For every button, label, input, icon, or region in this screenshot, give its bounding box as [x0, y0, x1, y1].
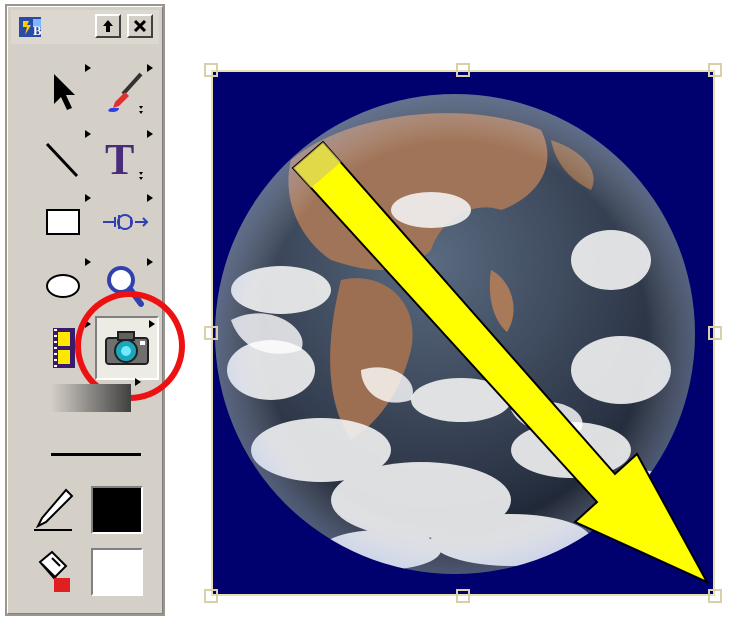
earth-globe-image: [215, 94, 710, 585]
camera-icon: [105, 331, 149, 365]
line-color-tool[interactable]: [29, 484, 79, 536]
toolbox-palette: B T: [5, 4, 185, 616]
resize-handle-middle-left[interactable]: [204, 326, 218, 340]
image-canvas[interactable]: [211, 70, 715, 596]
ellipse-icon: [46, 274, 80, 298]
gradient-flyout[interactable]: [103, 376, 143, 416]
float-button[interactable]: [95, 14, 121, 38]
paint-tool[interactable]: [95, 62, 155, 122]
rectangle-icon: [46, 209, 80, 235]
toolbox-titlebar[interactable]: B: [11, 10, 159, 44]
text-tool[interactable]: T: [95, 128, 155, 188]
line-style-sample[interactable]: [51, 453, 141, 456]
select-tool[interactable]: [33, 62, 93, 122]
svg-text:B: B: [33, 23, 42, 38]
fill-color-tool[interactable]: [29, 546, 79, 598]
resize-handle-bottom-center[interactable]: [456, 589, 470, 603]
close-x-icon: [134, 20, 146, 32]
line-color-swatch[interactable]: [91, 486, 143, 534]
close-button[interactable]: [127, 14, 153, 38]
rectangle-tool[interactable]: [33, 192, 93, 252]
text-t-icon: T: [105, 135, 143, 184]
float-arrow-icon: [103, 20, 113, 32]
resize-handle-top-right[interactable]: [708, 63, 722, 77]
pen-icon: [34, 488, 74, 531]
ellipse-tool[interactable]: [33, 256, 93, 316]
resize-handle-bottom-left[interactable]: [204, 589, 218, 603]
toolbox-app-icon: B: [19, 17, 42, 38]
paint-bucket-icon: [38, 550, 70, 592]
magnifier-icon: [107, 266, 144, 307]
media-tool[interactable]: [33, 318, 93, 378]
camera-tool[interactable]: [95, 316, 159, 380]
resize-handle-top-center[interactable]: [456, 63, 470, 77]
connector-icon: [103, 214, 149, 230]
paintbrush-icon: [108, 72, 143, 114]
zoom-tool[interactable]: [95, 256, 155, 316]
svg-text:T: T: [105, 135, 134, 184]
fill-color-swatch[interactable]: [91, 548, 143, 596]
arrow-pointer-icon: [54, 74, 75, 110]
resize-handle-top-left[interactable]: [204, 63, 218, 77]
line-icon: [45, 142, 79, 178]
resize-handle-bottom-right[interactable]: [708, 589, 722, 603]
line-tool[interactable]: [33, 128, 93, 188]
film-strip-icon: [53, 328, 75, 368]
resize-handle-middle-right[interactable]: [708, 326, 722, 340]
connector-tool[interactable]: [95, 192, 155, 252]
